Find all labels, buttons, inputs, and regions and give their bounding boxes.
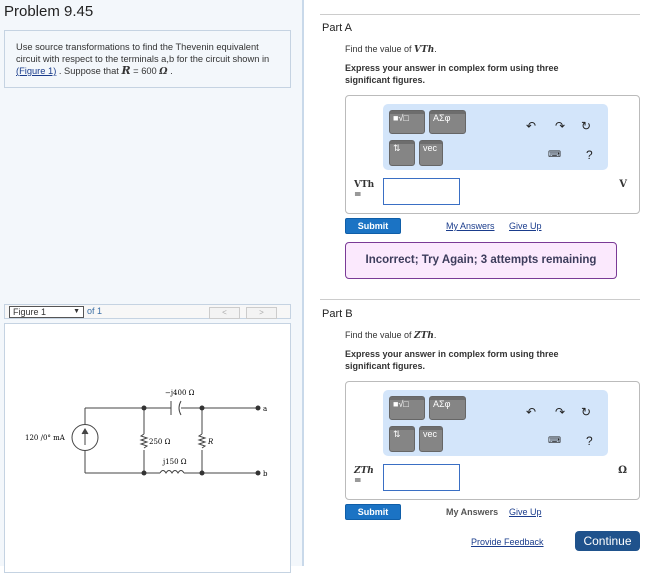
terminal-a-label: a <box>263 405 267 413</box>
math-toolbar: ■√□ ΑΣφ ⇅ vec ↶ ↷ ↻ ⌨ ? <box>383 390 608 456</box>
figure-link[interactable]: (Figure 1) <box>16 66 56 76</box>
resistor-250-label: 250 Ω <box>149 438 171 446</box>
math-toolbar: ■√□ ΑΣφ ⇅ vec ↶ ↷ ↻ ⌨ ? <box>383 104 608 170</box>
give-up-link[interactable]: Give Up <box>509 507 542 517</box>
undo-icon[interactable]: ↶ <box>526 119 536 133</box>
question-text: Find the value of <box>345 330 415 340</box>
capacitor-label: −j400 Ω <box>165 389 195 397</box>
statement-text: Use source transformations to find the T… <box>16 42 270 64</box>
inductor-label: j150 Ω <box>162 458 187 466</box>
my-answers-link[interactable]: My Answers <box>446 221 495 231</box>
help-icon[interactable]: ? <box>586 434 593 448</box>
greek-button[interactable]: ΑΣφ <box>429 396 466 420</box>
terminal-b-label: b <box>263 470 268 478</box>
figure-select-value: Figure 1 <box>13 307 47 317</box>
vec-button[interactable]: vec <box>419 140 443 166</box>
templates-button[interactable]: ■√□ <box>389 396 425 420</box>
give-up-link[interactable]: Give Up <box>509 221 542 231</box>
prev-figure-button[interactable]: < <box>209 307 240 319</box>
help-icon[interactable]: ? <box>586 148 593 162</box>
part-a-instructions: Express your answer in complex form usin… <box>345 63 559 85</box>
part-b-title: Part B <box>322 308 353 320</box>
part-b-answer-box: ■√□ ΑΣφ ⇅ vec ↶ ↷ ↻ ⌨ ? ZTh = Ω <box>345 381 640 500</box>
figure-count: of 1 <box>87 306 103 316</box>
reset-icon[interactable]: ↻ <box>581 119 591 133</box>
variable: VTh <box>414 45 435 55</box>
r-symbol: R <box>121 64 131 77</box>
figure-panel: −j400 Ω 120 /0° mA 250 Ω R j150 Ω a b <box>4 323 291 573</box>
submit-button[interactable]: Submit <box>345 218 401 234</box>
resistor-r-label: R <box>207 438 214 446</box>
templates-button[interactable]: ■√□ <box>389 110 425 134</box>
continue-button[interactable]: Continue <box>575 531 640 551</box>
zth-input[interactable] <box>383 464 460 491</box>
next-figure-button[interactable]: > <box>246 307 277 319</box>
vec-button[interactable]: vec <box>419 426 443 452</box>
problem-title: Problem 9.45 <box>4 3 94 20</box>
problem-statement: Use source transformations to find the T… <box>4 30 291 88</box>
statement-text: . Suppose that <box>56 66 122 76</box>
ohm-unit: Ω <box>159 66 168 77</box>
redo-icon[interactable]: ↷ <box>555 119 565 133</box>
divider <box>320 299 640 300</box>
part-b-instructions: Express your answer in complex form usin… <box>345 349 559 371</box>
circuit-diagram: −j400 Ω 120 /0° mA 250 Ω R j150 Ω a b <box>25 389 268 478</box>
part-a-title: Part A <box>322 22 352 34</box>
figure-nav-bar: Figure 1 ▼ of 1 < > <box>4 304 291 319</box>
divider <box>320 14 640 15</box>
answer-label: VTh = <box>354 180 375 200</box>
my-answers-link[interactable]: My Answers <box>446 507 498 517</box>
part-a-answer-box: ■√□ ΑΣφ ⇅ vec ↶ ↷ ↻ ⌨ ? VTh = V <box>345 95 640 214</box>
dropdown-arrow-icon: ▼ <box>73 308 80 315</box>
provide-feedback-link[interactable]: Provide Feedback <box>471 537 544 547</box>
vth-input[interactable] <box>383 178 460 205</box>
undo-icon[interactable]: ↶ <box>526 405 536 419</box>
submit-button[interactable]: Submit <box>345 504 401 520</box>
redo-icon[interactable]: ↷ <box>555 405 565 419</box>
statement-text: . <box>167 66 173 76</box>
keyboard-icon[interactable]: ⌨ <box>548 435 561 446</box>
figure-select[interactable]: Figure 1 ▼ <box>9 306 84 318</box>
feedback-message: Incorrect; Try Again; 3 attempts remaini… <box>345 242 617 279</box>
arrows-button[interactable]: ⇅ <box>389 140 415 166</box>
answer-label: ZTh = <box>354 466 374 486</box>
source-label: 120 /0° mA <box>25 434 66 442</box>
statement-text: = 600 <box>130 66 160 76</box>
reset-icon[interactable]: ↻ <box>581 405 591 419</box>
unit-label: V <box>619 179 627 190</box>
variable: ZTh <box>414 331 434 341</box>
greek-button[interactable]: ΑΣφ <box>429 110 466 134</box>
keyboard-icon[interactable]: ⌨ <box>548 149 561 160</box>
question-text: Find the value of <box>345 44 415 54</box>
part-b-question: Find the value of ZTh. <box>345 330 437 341</box>
part-a-question: Find the value of VTh. <box>345 44 437 55</box>
unit-label: Ω <box>618 465 627 476</box>
arrows-button[interactable]: ⇅ <box>389 426 415 452</box>
